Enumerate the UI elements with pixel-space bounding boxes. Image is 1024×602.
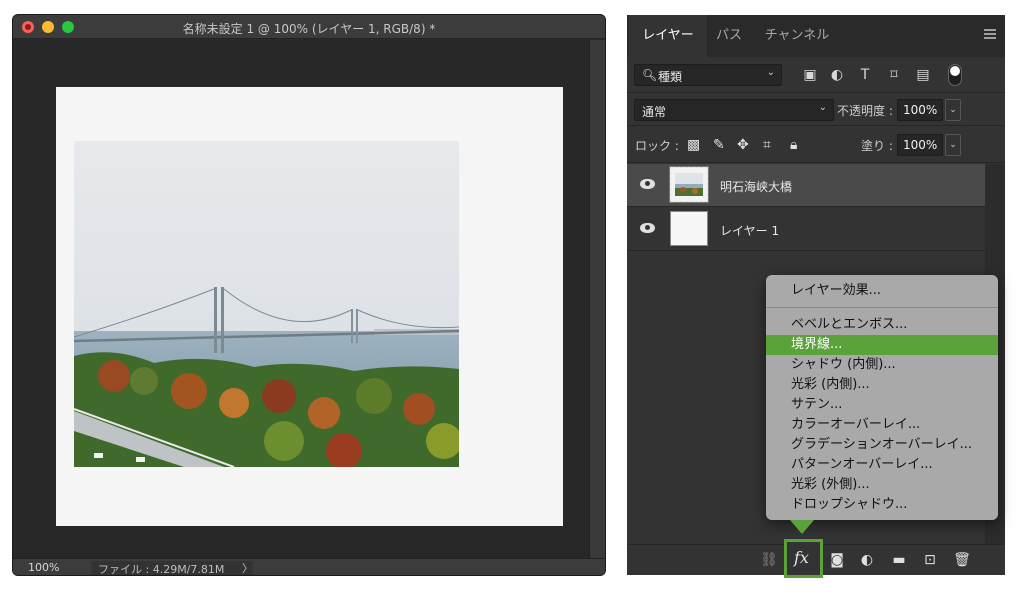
menu-item-drop-shadow[interactable]: ドロップシャドウ... <box>766 495 998 515</box>
blend-mode-select[interactable]: 通常 ⌄ <box>634 99 834 121</box>
new-adjustment-layer-icon[interactable]: ◐ <box>858 551 876 569</box>
filter-pixel-layer-icon[interactable]: ▣ <box>801 66 819 84</box>
lock-label: ロック : <box>635 139 679 153</box>
lock-position-icon[interactable]: ✥ <box>737 137 749 153</box>
layer-name: 明石海峡大橋 <box>720 180 793 194</box>
document-title: 名称未設定 1 @ 100% (レイヤー 1, RGB/8) * <box>182 22 436 36</box>
fill-dropdown-button[interactable]: ⌄ <box>945 134 961 156</box>
panel-menu-icon[interactable] <box>984 29 996 39</box>
fill-value: 100% <box>903 138 938 152</box>
tab-channels[interactable]: チャンネル <box>755 15 839 57</box>
visibility-eye-icon[interactable] <box>640 223 655 233</box>
tab-paths[interactable]: パス <box>707 15 751 57</box>
layer-filter-select[interactable]: 🔍︎ 種類 ⌄ <box>634 64 782 86</box>
filter-row: 🔍︎ 種類 ⌄ ▣ ◐ T ⌑ ▤ <box>627 57 1005 93</box>
lock-image-pixels-icon[interactable]: ✎ <box>713 137 725 153</box>
filter-type-layer-icon[interactable]: T <box>856 66 874 84</box>
layers-bottom-toolbar: ⛓ fx ◙ ◐ ▬ ⊡ 🗑︎ <box>627 539 1005 578</box>
file-size-info: ファイル : 4.29M/7.81M <box>91 561 253 575</box>
blend-row: 通常 ⌄ 不透明度 : 100% ⌄ <box>627 93 1005 126</box>
canvas-area[interactable] <box>13 40 589 558</box>
layer-row[interactable]: レイヤー 1 <box>627 208 985 251</box>
menu-separator <box>766 307 998 308</box>
delete-layer-trash-icon[interactable]: 🗑︎ <box>953 551 971 569</box>
search-icon: 🔍︎ <box>642 68 658 82</box>
menu-item-satin[interactable]: サテン... <box>766 395 998 415</box>
visibility-eye-icon[interactable] <box>640 179 655 189</box>
fill-label: 塗り : <box>861 139 893 153</box>
blend-mode-value: 通常 <box>642 105 667 119</box>
filter-adjustment-layer-icon[interactable]: ◐ <box>828 66 846 84</box>
layer-style-menu: レイヤー効果... ベベルとエンボス... 境界線... シャドウ (内側)..… <box>766 275 998 520</box>
menu-pointer-arrow <box>790 520 814 534</box>
menu-item-stroke[interactable]: 境界線... <box>766 335 998 355</box>
menu-item-pattern-overlay[interactable]: パターンオーバーレイ... <box>766 455 998 475</box>
status-menu-arrow-icon[interactable]: 〉 <box>242 560 253 575</box>
new-layer-icon[interactable]: ⊡ <box>921 551 939 569</box>
zoom-level[interactable]: 100% <box>28 561 59 574</box>
filter-toggle-switch[interactable] <box>948 64 962 86</box>
layer-thumbnail <box>670 211 708 246</box>
status-bar: 100% ファイル : 4.29M/7.81M 〉 <box>13 558 605 575</box>
document-titlebar[interactable]: 名称未設定 1 @ 100% (レイヤー 1, RGB/8) * <box>13 15 605 39</box>
menu-item-inner-shadow[interactable]: シャドウ (内側)... <box>766 355 998 375</box>
filter-type-label: 種類 <box>658 70 683 84</box>
document-window: 名称未設定 1 @ 100% (レイヤー 1, RGB/8) * 100% ファ… <box>13 15 605 575</box>
chevron-down-icon: ⌄ <box>818 102 827 113</box>
menu-item-gradient-overlay[interactable]: グラデーションオーバーレイ... <box>766 435 998 455</box>
lock-row: ロック : ▩ ✎ ✥ ⌗ 🔒︎ 塗り : 100% ⌄ <box>627 126 1005 163</box>
menu-item-inner-glow[interactable]: 光彩 (内側)... <box>766 375 998 395</box>
opacity-label: 不透明度 : <box>837 104 893 118</box>
layer-name: レイヤー 1 <box>720 224 780 238</box>
filter-shape-layer-icon[interactable]: ⌑ <box>885 66 903 84</box>
menu-item-bevel-emboss[interactable]: ベベルとエンボス... <box>766 315 998 335</box>
layer-row-selected[interactable]: 明石海峡大橋 <box>627 164 985 207</box>
fill-field[interactable]: 100% <box>897 134 943 156</box>
filter-smart-object-icon[interactable]: ▤ <box>914 66 932 84</box>
add-layer-style-button[interactable]: fx <box>784 539 823 578</box>
lock-artboard-icon[interactable]: ⌗ <box>763 137 771 153</box>
tab-layers[interactable]: レイヤー <box>629 15 707 57</box>
add-layer-mask-icon[interactable]: ◙ <box>828 551 846 569</box>
link-layers-icon[interactable]: ⛓ <box>760 551 778 569</box>
menu-item-blending-options[interactable]: レイヤー効果... <box>766 281 998 301</box>
opacity-dropdown-button[interactable]: ⌄ <box>945 99 961 121</box>
opacity-value: 100% <box>903 103 938 117</box>
layer-thumbnail <box>669 166 709 203</box>
fx-icon: fx <box>794 548 809 567</box>
bridge-photo <box>74 141 459 467</box>
menu-item-outer-glow[interactable]: 光彩 (外側)... <box>766 475 998 495</box>
opacity-field[interactable]: 100% <box>897 99 943 121</box>
chevron-down-icon: ⌄ <box>766 67 775 78</box>
vertical-scrollbar[interactable] <box>589 40 605 558</box>
menu-item-color-overlay[interactable]: カラーオーバーレイ... <box>766 415 998 435</box>
lock-transparent-pixels-icon[interactable]: ▩ <box>687 137 700 153</box>
panel-tabs: レイヤー パス チャンネル <box>627 15 1005 57</box>
new-group-folder-icon[interactable]: ▬ <box>890 551 908 569</box>
lock-all-icon[interactable]: 🔒︎ <box>790 137 797 153</box>
